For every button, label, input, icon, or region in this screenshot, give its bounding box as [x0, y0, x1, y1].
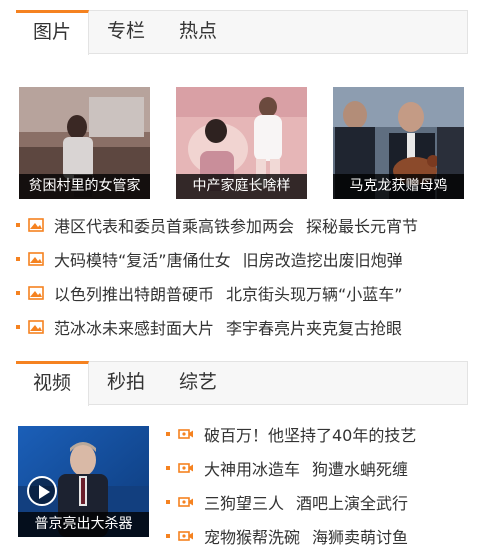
play-icon[interactable]: [27, 476, 57, 506]
bullet-dot: [16, 257, 20, 261]
headline-link[interactable]: 以色列推出特朗普硬币: [54, 281, 214, 305]
headline-link[interactable]: 狗遭水蚺死缠: [312, 456, 408, 480]
headline-link[interactable]: 破百万！他坚持了40年的技艺: [204, 422, 416, 446]
tab-hot[interactable]: 热点: [166, 10, 230, 54]
video-tabbar: 视频 秒拍 综艺: [16, 361, 468, 406]
bullet-dot: [166, 500, 170, 504]
headline-link[interactable]: 三狗望三人: [204, 490, 284, 514]
photo-caption: 中产家庭长啥样: [176, 174, 307, 199]
tab-pictures[interactable]: 图片: [16, 10, 89, 55]
image-icon: [28, 218, 44, 232]
headline-link[interactable]: 大码模特“复活”唐俑仕女: [54, 247, 231, 271]
bullet-dot: [16, 223, 20, 227]
photo-caption: 马克龙获赠母鸡: [333, 174, 464, 199]
tab-video[interactable]: 视频: [16, 361, 89, 406]
list-item: 范冰冰未来感封面大片 李宇春亮片夹克复古抢眼: [16, 310, 418, 344]
headline-link[interactable]: 酒吧上演全武行: [296, 490, 408, 514]
list-item: 以色列推出特朗普硬币 北京街头现万辆“小蓝车”: [16, 276, 418, 310]
tab-columns[interactable]: 专栏: [94, 10, 158, 54]
video-card[interactable]: 普京亮出大杀器: [18, 426, 149, 537]
photo-card-1[interactable]: 贫困村里的女管家: [19, 87, 150, 199]
image-icon: [28, 286, 44, 300]
photo-caption: 贫困村里的女管家: [19, 174, 150, 199]
list-item: 三狗望三人 酒吧上演全武行: [166, 485, 416, 519]
headline-link[interactable]: 李宇春亮片夹克复古抢眼: [226, 315, 402, 339]
video-camera-icon: [178, 463, 193, 473]
tab-miaopai[interactable]: 秒拍: [94, 361, 158, 405]
headline-link[interactable]: 范冰冰未来感封面大片: [54, 315, 214, 339]
tab-variety[interactable]: 综艺: [166, 361, 230, 405]
photo-card-2[interactable]: 中产家庭长啥样: [176, 87, 307, 199]
video-caption: 普京亮出大杀器: [18, 512, 149, 537]
bullet-dot: [166, 466, 170, 470]
video-camera-icon: [178, 531, 193, 541]
list-item: 破百万！他坚持了40年的技艺: [166, 417, 416, 451]
bullet-dot: [16, 325, 20, 329]
video-headline-list: 破百万！他坚持了40年的技艺 大神用冰造车 狗遭水蚺死缠 三狗望三人 酒吧上演全…: [166, 417, 416, 553]
headline-link[interactable]: 旧房改造挖出废旧炮弹: [243, 247, 403, 271]
photo-headline-list: 港区代表和委员首乘高铁参加两会 探秘最长元宵节 大码模特“复活”唐俑仕女 旧房改…: [16, 208, 418, 344]
bullet-dot: [16, 291, 20, 295]
headline-link[interactable]: 大神用冰造车: [204, 456, 300, 480]
headline-link[interactable]: 海狮卖萌讨鱼: [312, 524, 408, 548]
headline-link[interactable]: 宠物猴帮洗碗: [204, 524, 300, 548]
bullet-dot: [166, 534, 170, 538]
list-item: 大码模特“复活”唐俑仕女 旧房改造挖出废旧炮弹: [16, 242, 418, 276]
headline-link[interactable]: 探秘最长元宵节: [306, 213, 418, 237]
headline-link[interactable]: 北京街头现万辆“小蓝车”: [226, 281, 403, 305]
image-icon: [28, 320, 44, 334]
image-icon: [28, 252, 44, 266]
headline-link[interactable]: 港区代表和委员首乘高铁参加两会: [54, 213, 294, 237]
video-camera-icon: [178, 429, 193, 439]
list-item: 港区代表和委员首乘高铁参加两会 探秘最长元宵节: [16, 208, 418, 242]
list-item: 宠物猴帮洗碗 海狮卖萌讨鱼: [166, 519, 416, 553]
video-camera-icon: [178, 497, 193, 507]
photo-tabbar: 图片 专栏 热点: [16, 10, 468, 55]
bullet-dot: [166, 432, 170, 436]
list-item: 大神用冰造车 狗遭水蚺死缠: [166, 451, 416, 485]
photo-card-3[interactable]: 马克龙获赠母鸡: [333, 87, 464, 199]
